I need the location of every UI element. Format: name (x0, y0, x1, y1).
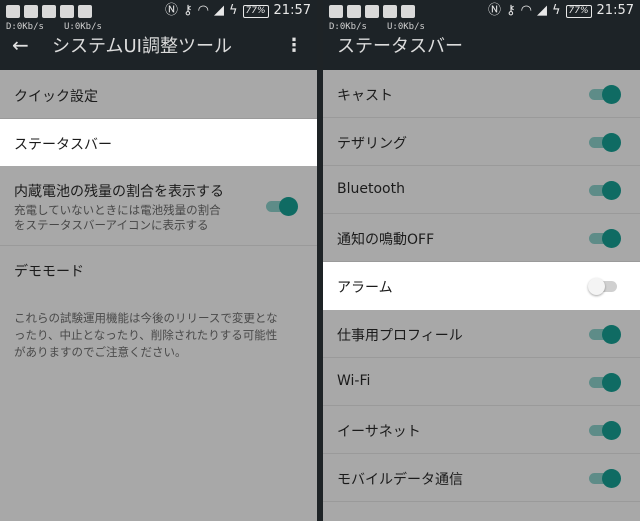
notification-icons (329, 3, 415, 19)
toggle-thumb (602, 181, 621, 200)
toggle-thumb (602, 85, 621, 104)
page-title: ステータスバー (337, 36, 463, 57)
clock: 21:57 (596, 3, 634, 18)
system-icons: Ⓝ ⚷ ◠ ◢ ϟ 77% 21:57 (488, 3, 634, 19)
toggle-thumb (602, 133, 621, 152)
notification-icon (24, 4, 38, 18)
right-screen: Ⓝ ⚷ ◠ ◢ ϟ 77% 21:57 D:0Kb/s U:0Kb/s ステータ… (323, 0, 640, 521)
tethering-toggle[interactable] (588, 132, 622, 152)
do-not-disturb-toggle[interactable] (588, 228, 622, 248)
cast-toggle[interactable] (588, 84, 622, 104)
list-item-label: 通知の鳴動OFF (337, 232, 435, 248)
system-icons: Ⓝ ⚷ ◠ ◢ ϟ 77% 21:57 (165, 3, 311, 19)
note-line: これらの試験運用機能は今後のリリースで変更とな (14, 311, 278, 325)
list-item-mobile-data[interactable]: モバイルデータ通信 (323, 454, 640, 502)
status-bar: Ⓝ ⚷ ◠ ◢ ϟ 77% 21:57 (0, 0, 317, 22)
wifi-icon: ◠ (197, 3, 209, 18)
list-item-demo-mode[interactable]: デモモード (0, 246, 317, 294)
list-item-quick-settings[interactable]: クイック設定 (0, 70, 317, 119)
clock: 21:57 (273, 3, 311, 18)
work-profile-toggle[interactable] (588, 324, 622, 344)
upload-speed: U:0Kb/s (387, 22, 425, 32)
download-speed: D:0Kb/s (329, 22, 367, 32)
list-item-partial[interactable] (323, 502, 640, 521)
toggle-thumb (588, 278, 605, 295)
list-item-alarm[interactable]: アラーム (323, 262, 640, 310)
edit-icon (401, 4, 415, 18)
nfc-icon: Ⓝ (165, 3, 179, 18)
key-icon: ⚷ (183, 3, 193, 18)
back-arrow-icon[interactable]: ← (12, 35, 29, 55)
list-item-label: モバイルデータ通信 (337, 472, 463, 488)
list-item-label: アラーム (337, 280, 393, 296)
list-item-label: Bluetooth (337, 181, 405, 197)
notification-icon (383, 4, 397, 18)
list-item-label: デモモード (14, 264, 84, 280)
list-item-label: Wi-Fi (337, 373, 371, 389)
notification-icon (347, 4, 361, 18)
toggle-thumb (602, 421, 621, 440)
list-item-label: 内蔵電池の残量の割合を表示する (14, 184, 224, 200)
battery-percent: 77% (242, 4, 269, 18)
wifi-toggle[interactable] (588, 372, 622, 392)
edit-icon (78, 4, 92, 18)
list-item-label: クイック設定 (14, 89, 98, 105)
list-item-bluetooth[interactable]: Bluetooth (323, 166, 640, 214)
list-item-label: キャスト (337, 88, 393, 104)
list-item-wifi[interactable]: Wi-Fi (323, 358, 640, 406)
charging-icon: ϟ (228, 3, 238, 18)
list-item-label: 仕事用プロフィール (337, 328, 463, 344)
note-line: ったり、中止となったり、削除されたりする可能性 (14, 328, 278, 342)
ethernet-toggle[interactable] (588, 420, 622, 440)
list-item-label: イーサネット (337, 424, 421, 440)
list-item-label: テザリング (337, 136, 407, 152)
notification-icon (6, 4, 20, 18)
toggle-thumb (602, 373, 621, 392)
note-line: がありますのでご注意ください。 (14, 345, 187, 359)
upload-speed: U:0Kb/s (64, 22, 102, 32)
bluetooth-toggle[interactable] (588, 180, 622, 200)
notification-icon (365, 4, 379, 18)
list-item-status-bar[interactable]: ステータスバー (0, 119, 317, 166)
battery-percent: 77% (565, 4, 592, 18)
experimental-warning-note: これらの試験運用機能は今後のリリースで変更とな ったり、中止となったり、削除され… (14, 310, 306, 361)
list-item-label: ステータスバー (14, 137, 112, 153)
status-bar: Ⓝ ⚷ ◠ ◢ ϟ 77% 21:57 (323, 0, 640, 22)
nfc-icon: Ⓝ (488, 3, 502, 18)
toggle-thumb (279, 197, 298, 216)
notification-icons (6, 3, 92, 19)
app-bar: D:0Kb/s U:0Kb/s ← システムUI調整ツール ⋮ (0, 22, 317, 70)
download-speed: D:0Kb/s (6, 22, 44, 32)
alarm-toggle[interactable] (588, 276, 622, 296)
mobile-data-toggle[interactable] (588, 468, 622, 488)
wifi-icon: ◠ (520, 3, 532, 18)
notification-icon (60, 4, 74, 18)
page-title: システムUI調整ツール (52, 36, 232, 57)
notification-icon (42, 4, 56, 18)
app-bar: D:0Kb/s U:0Kb/s ステータスバー (323, 22, 640, 70)
list-item-subtitle: 充電していないときには電池残量の割合 (14, 203, 221, 217)
toggle-thumb (602, 229, 621, 248)
list-item-work-profile[interactable]: 仕事用プロフィール (323, 310, 640, 358)
list-item-do-not-disturb[interactable]: 通知の鳴動OFF (323, 214, 640, 262)
list-item-tethering[interactable]: テザリング (323, 118, 640, 166)
toggle-thumb (602, 469, 621, 488)
more-options-icon[interactable]: ⋮ (285, 36, 303, 56)
left-screen: Ⓝ ⚷ ◠ ◢ ϟ 77% 21:57 D:0Kb/s U:0Kb/s ← シス… (0, 0, 317, 521)
key-icon: ⚷ (506, 3, 516, 18)
list-item-cast[interactable]: キャスト (323, 70, 640, 118)
signal-icon: ◢ (536, 3, 547, 18)
list-item-ethernet[interactable]: イーサネット (323, 406, 640, 454)
notification-icon (329, 4, 343, 18)
list-item-subtitle: をステータスバーアイコンに表示する (14, 218, 209, 232)
battery-percent-toggle[interactable] (265, 196, 299, 216)
signal-icon: ◢ (213, 3, 224, 18)
list-item-battery-percent[interactable]: 内蔵電池の残量の割合を表示する 充電していないときには電池残量の割合 をステータ… (0, 166, 317, 246)
toggle-thumb (602, 325, 621, 344)
charging-icon: ϟ (551, 3, 561, 18)
